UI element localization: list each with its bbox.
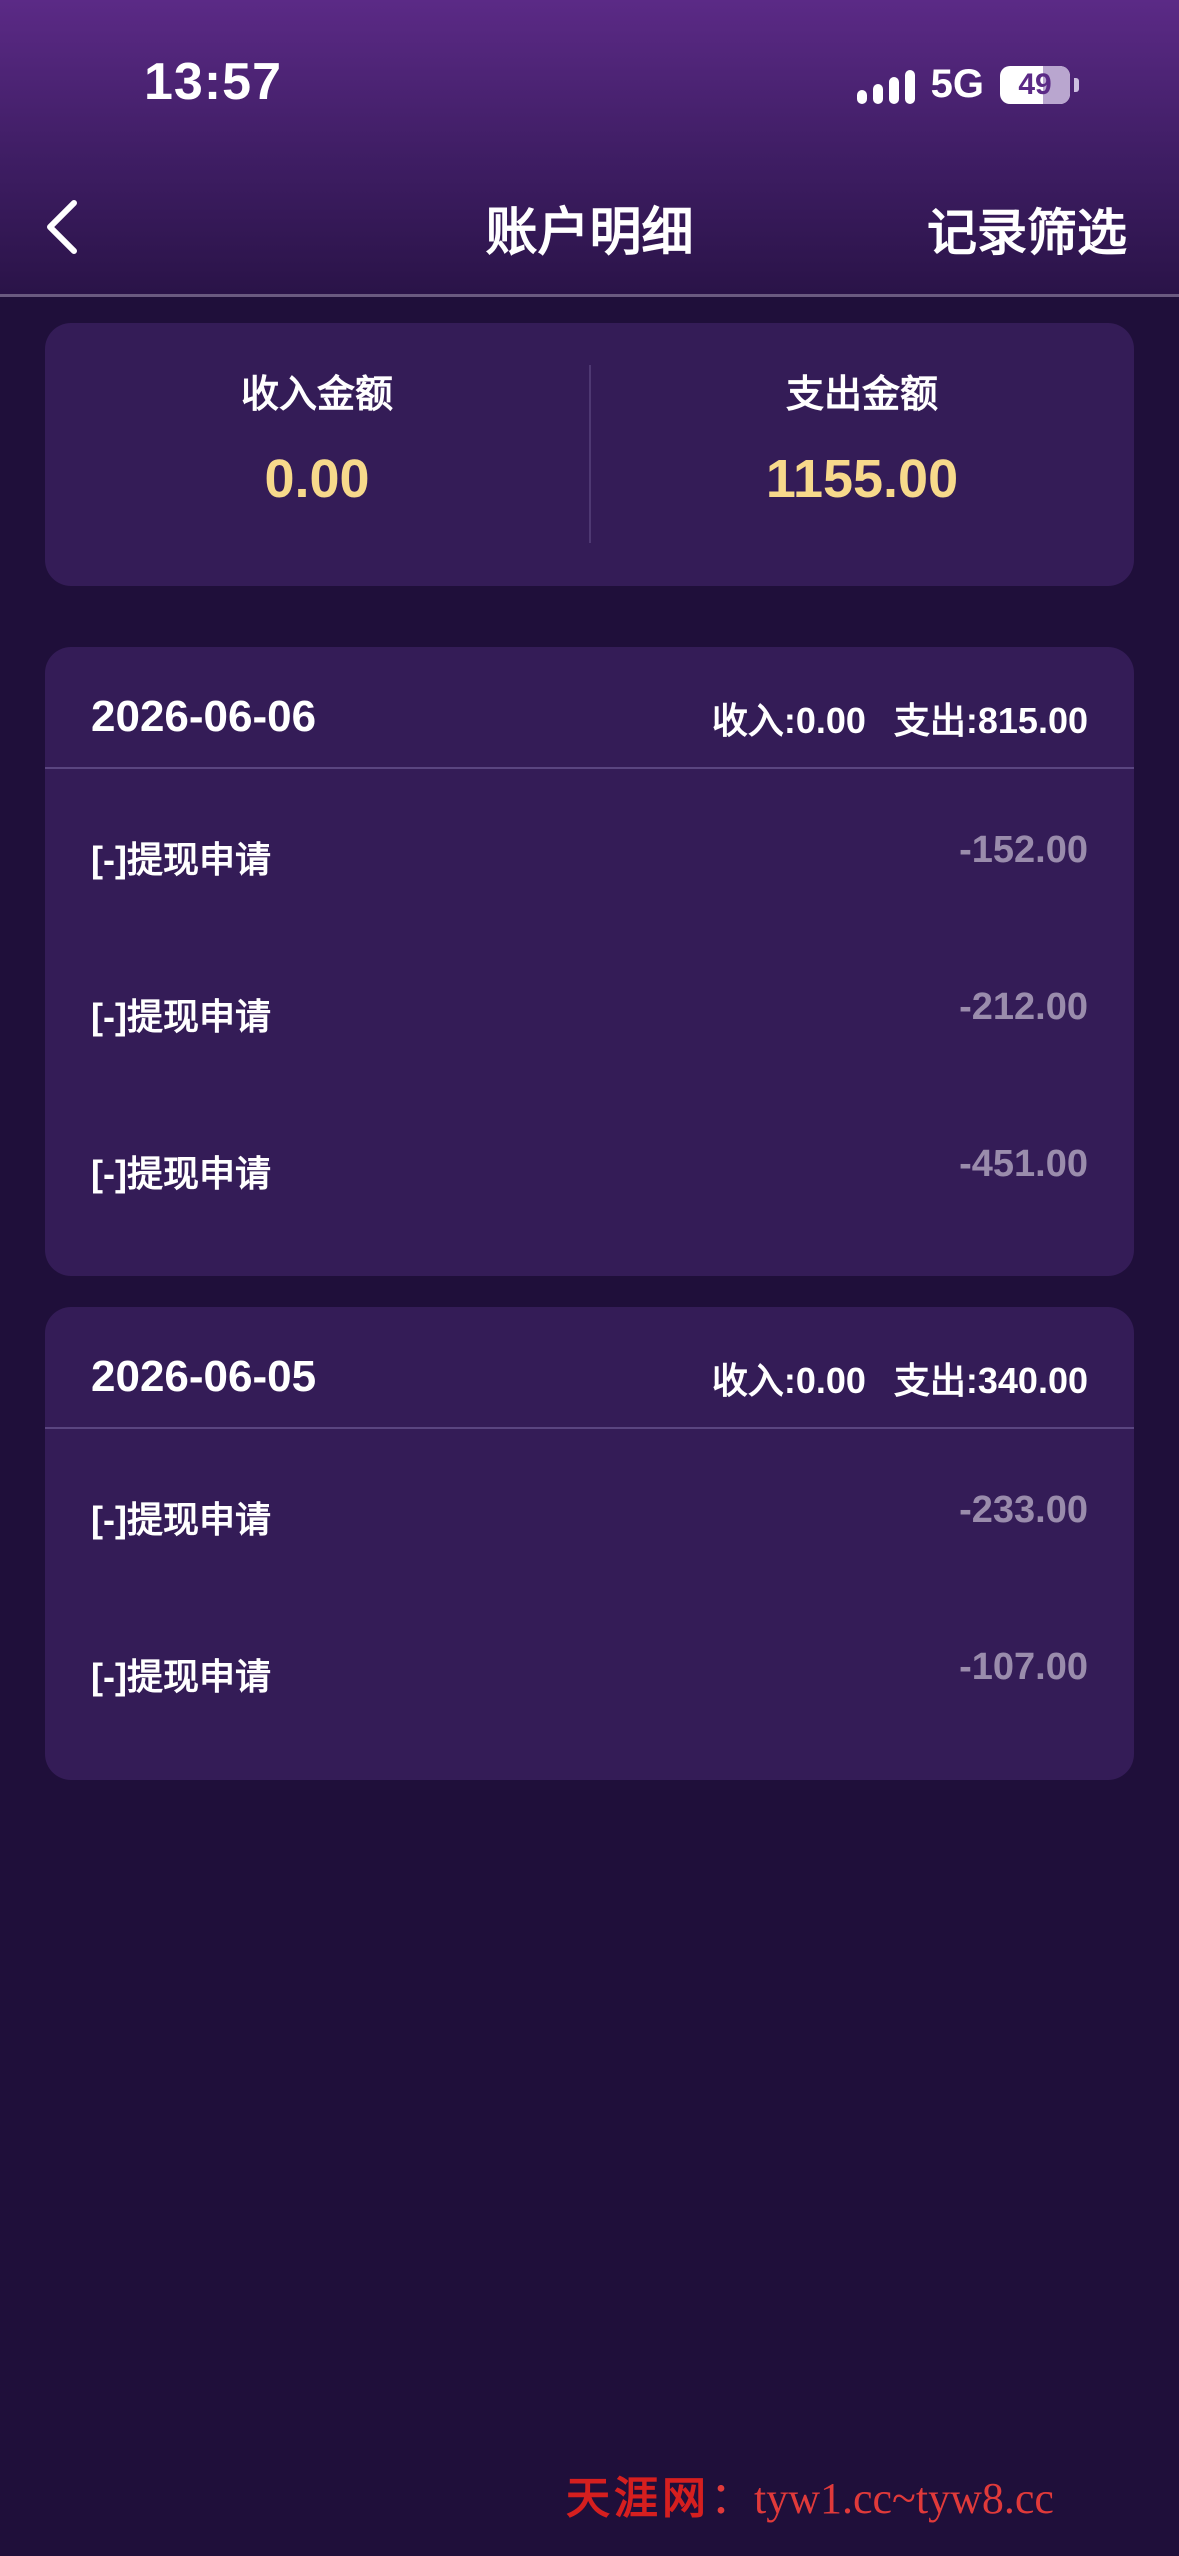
list-item[interactable]: [-]提现申请 -451.00	[45, 1083, 1134, 1240]
group-totals: 收入:0.00 支出:340.00	[712, 1352, 1088, 1404]
income-value: 0.00	[264, 449, 370, 509]
network-type: 5G	[930, 62, 984, 106]
watermark-separator: ：	[710, 2474, 754, 2523]
expense-label: 支出金额	[785, 374, 938, 416]
battery-level: 49	[1018, 67, 1052, 101]
watermark: 天涯网：tyw1.cc~tyw8.cc	[566, 2462, 1054, 2526]
entry-label: [-]提现申请	[91, 839, 271, 880]
battery-cap	[1074, 77, 1079, 92]
group-income: 收入:0.00	[711, 700, 866, 741]
battery-icon: 49	[1000, 65, 1070, 104]
expense-value: 1155.00	[765, 449, 959, 509]
group-header: 2026-06-06 收入:0.00 支出:815.00	[45, 647, 1134, 769]
group-header: 2026-06-05 收入:0.00 支出:340.00	[45, 1307, 1134, 1429]
summary-card: 收入金额 0.00 支出金额 1155.00	[45, 323, 1134, 586]
record-filter-button[interactable]: 记录筛选	[927, 193, 1127, 265]
watermark-url: tyw1.cc~tyw8.cc	[754, 2474, 1054, 2523]
list-item[interactable]: [-]提现申请 -107.00	[45, 1586, 1134, 1743]
app-header: 13:57 5G 49 账户明细 记录筛选	[0, 0, 1179, 297]
entry-amount: -107.00	[959, 1646, 1088, 1688]
entry-label: [-]提现申请	[91, 1499, 271, 1540]
signal-icon	[856, 66, 915, 104]
expense-summary: 支出金额 1155.00	[590, 363, 1134, 510]
entry-amount: -212.00	[959, 986, 1088, 1028]
status-indicators: 5G 49	[856, 62, 1079, 107]
group-expense: 支出:340.00	[893, 1360, 1088, 1401]
status-time: 13:57	[144, 53, 282, 111]
entry-amount: -152.00	[959, 829, 1088, 871]
income-label: 收入金额	[240, 374, 393, 416]
entry-label: [-]提现申请	[91, 1153, 271, 1194]
entry-label: [-]提现申请	[91, 996, 271, 1037]
list-item[interactable]: [-]提现申请 -152.00	[45, 769, 1134, 926]
group-expense: 支出:815.00	[893, 700, 1088, 741]
group-date: 2026-06-06	[91, 692, 317, 741]
group-date: 2026-06-05	[91, 1352, 317, 1401]
group-totals: 收入:0.00 支出:815.00	[712, 692, 1088, 744]
group-income: 收入:0.00	[711, 1360, 866, 1401]
date-group: 2026-06-05 收入:0.00 支出:340.00 [-]提现申请 -23…	[45, 1307, 1134, 1780]
entry-label: [-]提现申请	[91, 1656, 271, 1697]
watermark-brand: 天涯网	[566, 2474, 710, 2523]
income-summary: 收入金额 0.00	[45, 363, 589, 510]
list-item[interactable]: [-]提现申请 -233.00	[45, 1429, 1134, 1586]
entry-amount: -233.00	[959, 1489, 1088, 1531]
date-group: 2026-06-06 收入:0.00 支出:815.00 [-]提现申请 -15…	[45, 647, 1134, 1276]
list-item[interactable]: [-]提现申请 -212.00	[45, 926, 1134, 1083]
entry-amount: -451.00	[959, 1143, 1088, 1185]
